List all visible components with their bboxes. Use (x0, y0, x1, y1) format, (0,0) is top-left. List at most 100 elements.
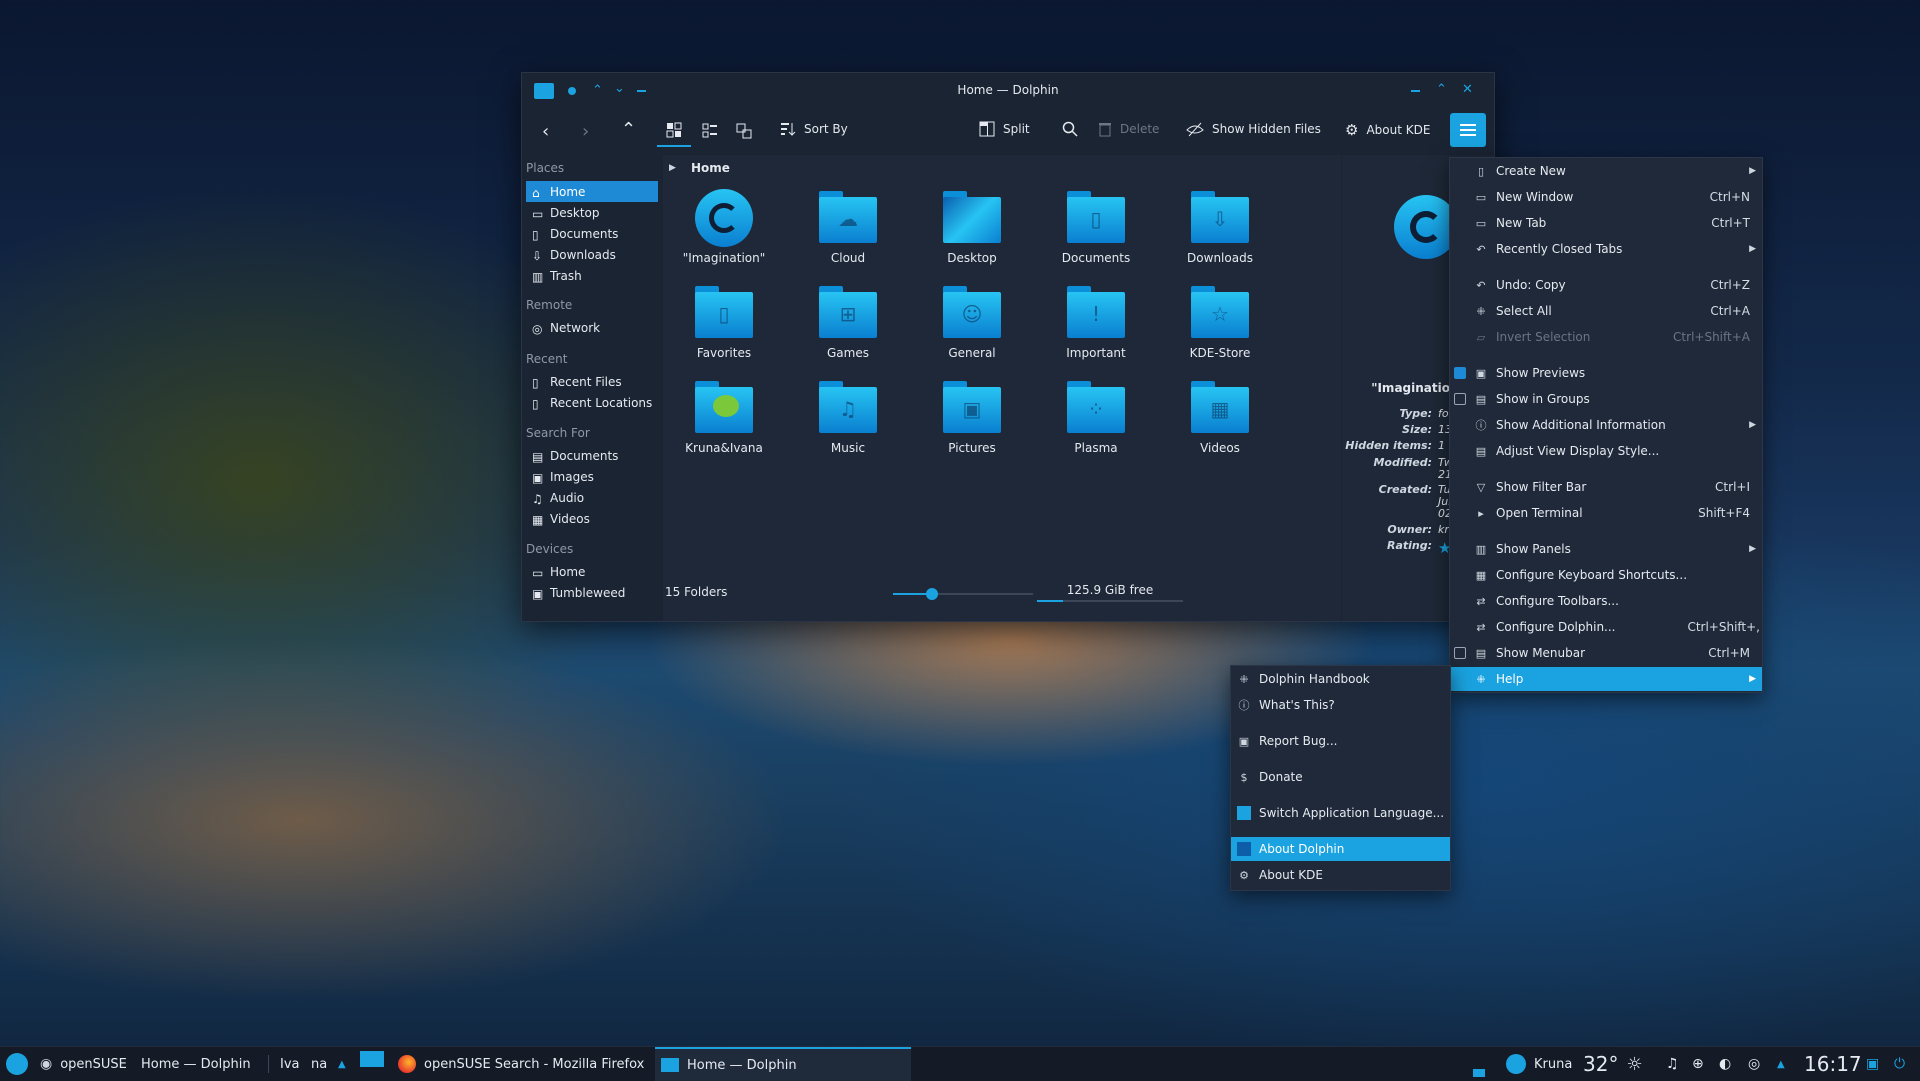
places-item-recent-locations[interactable]: ▯ Recent Locations (526, 392, 658, 413)
maximize-button[interactable]: ⌃ (1436, 82, 1447, 97)
details-view-button[interactable] (736, 123, 752, 139)
help-submenu: ⁜ Dolphin Handbook ⓘ What's This? ▣ Report … (1230, 665, 1451, 891)
folder-downloads[interactable]: ⇩ Downloads (1161, 189, 1279, 265)
breadcrumb-arrow-icon[interactable]: ▶ (669, 163, 676, 173)
search-button[interactable] (1062, 121, 1078, 137)
application-launcher-button[interactable] (6, 1047, 28, 1081)
menu-item-whats-this[interactable]: ⓘ What's This? (1231, 693, 1450, 717)
folder-plasma[interactable]: ⁘ Plasma (1037, 379, 1155, 455)
menu-item-select-all[interactable]: ⁜ Select All Ctrl+A (1450, 299, 1762, 323)
virtual-desktop-iva[interactable]: Iva (280, 1047, 300, 1081)
places-item-search-videos[interactable]: ▦ Videos (526, 508, 658, 529)
menu-item-help[interactable]: ⁜ Help ▶ (1450, 667, 1762, 691)
folder-kde-store[interactable]: ☆ KDE-Store (1161, 284, 1279, 360)
split-button[interactable]: Split (979, 121, 1030, 137)
places-item-search-documents[interactable]: ▤ Documents (526, 445, 658, 466)
folder-documents[interactable]: ▯ Documents (1037, 189, 1155, 265)
menu-item-adjust-view-display-style[interactable]: ▤ Adjust View Display Style... (1450, 439, 1762, 463)
menu-item-configure-toolbars[interactable]: ⇄ Configure Toolbars... (1450, 589, 1762, 613)
folder-general[interactable]: ☺ General (913, 284, 1031, 360)
weather-widget[interactable]: 32° ☼ (1583, 1047, 1643, 1081)
places-item-device-tumbleweed[interactable]: ▣ Tumbleweed (526, 582, 658, 603)
delete-button[interactable]: Delete (1098, 121, 1159, 137)
title-bar[interactable]: ⌃ ⌄ Home — Dolphin ⌃ ✕ (522, 73, 1494, 109)
hamburger-menu-button[interactable] (1450, 113, 1486, 147)
menu-item-new-tab[interactable]: ▭ New Tab Ctrl+T (1450, 211, 1762, 235)
menu-item-report-bug[interactable]: ▣ Report Bug... (1231, 729, 1450, 753)
menu-item-invert-selection[interactable]: ▱ Invert Selection Ctrl+Shift+A (1450, 325, 1762, 349)
minimize-button[interactable] (1411, 90, 1420, 92)
compact-view-button[interactable] (702, 123, 718, 139)
menu-item-open-terminal[interactable]: ▸ Open Terminal Shift+F4 (1450, 501, 1762, 525)
zoom-slider[interactable] (893, 588, 1033, 600)
system-tray-expand-icon[interactable]: ▲ (1777, 1047, 1785, 1081)
folder-important[interactable]: ! Important (1037, 284, 1155, 360)
menu-item-about-dolphin[interactable]: About Dolphin (1231, 837, 1450, 861)
file-view[interactable]: ▶ Home "Imagination" ☁ Cloud Desktop ▯ D… (663, 155, 1341, 621)
places-item-trash[interactable]: ▥ Trash (526, 265, 658, 286)
menu-item-undo-copy[interactable]: ↶ Undo: Copy Ctrl+Z (1450, 273, 1762, 297)
menu-item-new-window[interactable]: ▭ New Window Ctrl+N (1450, 185, 1762, 209)
power-button[interactable]: ⏻ (1894, 1047, 1905, 1081)
back-button[interactable]: ‹ (542, 121, 549, 142)
updates-button[interactable]: ⊕ (1692, 1047, 1704, 1081)
places-item-network[interactable]: ◎ Network (526, 317, 658, 338)
show-hidden-files-button[interactable]: Show Hidden Files (1186, 121, 1321, 137)
folder-imagination[interactable]: "Imagination" (665, 189, 783, 265)
task-dolphin-active[interactable]: Home — Dolphin (655, 1047, 911, 1081)
clipboard-button[interactable]: ◎ (1748, 1047, 1760, 1081)
places-item-desktop[interactable]: ▭ Desktop (526, 202, 658, 223)
menu-item-about-kde[interactable]: ⚙ About KDE (1231, 863, 1450, 887)
menu-item-show-panels[interactable]: ▥ Show Panels ▶ (1450, 537, 1762, 561)
lock-screen-button[interactable]: ▣ (1866, 1047, 1879, 1081)
expand-arrow-icon[interactable]: ▲ (338, 1047, 346, 1081)
menu-item-recently-closed-tabs[interactable]: ↶ Recently Closed Tabs ▶ (1450, 237, 1762, 261)
folder-music[interactable]: ♫ Music (789, 379, 907, 455)
menu-item-show-filter-bar[interactable]: ▽ Show Filter Bar Ctrl+I (1450, 475, 1762, 499)
checkbox-checked[interactable] (1454, 367, 1466, 379)
virtual-desktop-na[interactable]: na (311, 1047, 327, 1081)
folder-videos[interactable]: ▦ Videos (1161, 379, 1279, 455)
menu-item-switch-application-language[interactable]: Switch Application Language... (1231, 801, 1450, 825)
about-kde-button[interactable]: ⚙ About KDE (1345, 121, 1430, 139)
menu-item-configure-keyboard-shortcuts[interactable]: ▦ Configure Keyboard Shortcuts... (1450, 563, 1762, 587)
places-item-search-audio[interactable]: ♫ Audio (526, 487, 658, 508)
folder-desktop[interactable]: Desktop (913, 189, 1031, 265)
menu-item-show-in-groups[interactable]: ▤ Show in Groups (1450, 387, 1762, 411)
folder-kruna-ivana[interactable]: Kruna&Ivana (665, 379, 783, 455)
menu-item-configure-dolphin[interactable]: ⇄ Configure Dolphin... Ctrl+Shift+, (1450, 615, 1762, 639)
close-button[interactable]: ✕ (1462, 82, 1473, 97)
menu-item-show-additional-information[interactable]: ⓘ Show Additional Information ▶ (1450, 413, 1762, 437)
places-item-documents[interactable]: ▯ Documents (526, 223, 658, 244)
menu-item-show-menubar[interactable]: ▤ Show Menubar Ctrl+M (1450, 641, 1762, 665)
icons-view-button[interactable] (657, 115, 691, 147)
notifications-button[interactable]: ♫ (1666, 1047, 1679, 1081)
places-item-search-images[interactable]: ▣ Images (526, 466, 658, 487)
menu-item-show-previews[interactable]: ▣ Show Previews (1450, 361, 1762, 385)
sort-by-button[interactable]: Sort By (780, 121, 848, 137)
places-item-device-home[interactable]: ▭ Home (526, 561, 658, 582)
checkbox-unchecked[interactable] (1454, 647, 1466, 659)
places-item-downloads[interactable]: ⇩ Downloads (526, 244, 658, 265)
folder-favorites[interactable]: ▯ Favorites (665, 284, 783, 360)
menu-item-donate[interactable]: $ Donate (1231, 765, 1450, 789)
menu-item-dolphin-handbook[interactable]: ⁜ Dolphin Handbook (1231, 667, 1450, 691)
up-button[interactable]: ⌃ (621, 119, 636, 140)
digital-clock[interactable]: 16:17 (1804, 1047, 1862, 1081)
zoom-slider-handle[interactable] (926, 588, 939, 600)
folder-games[interactable]: ⊞ Games (789, 284, 907, 360)
checkbox-unchecked[interactable] (1454, 393, 1466, 405)
places-item-recent-files[interactable]: ▯ Recent Files (526, 371, 658, 392)
task-home-dolphin-title[interactable]: Home — Dolphin (141, 1047, 251, 1081)
breadcrumb[interactable]: Home (691, 161, 730, 175)
user-switcher[interactable]: Kruna (1506, 1047, 1572, 1081)
opensuse-task[interactable]: ◉ openSUSE (40, 1047, 127, 1081)
pager-thumbnail[interactable] (360, 1051, 384, 1067)
forward-button[interactable]: › (582, 121, 589, 142)
places-item-home[interactable]: ⌂ Home (526, 181, 658, 202)
night-color-button[interactable]: ◐ (1719, 1047, 1731, 1081)
folder-pictures[interactable]: ▣ Pictures (913, 379, 1031, 455)
menu-item-create-new[interactable]: ▯ Create New ▶ (1450, 159, 1762, 183)
task-firefox[interactable]: openSUSE Search - Mozilla Firefox (398, 1047, 644, 1081)
folder-cloud[interactable]: ☁ Cloud (789, 189, 907, 265)
